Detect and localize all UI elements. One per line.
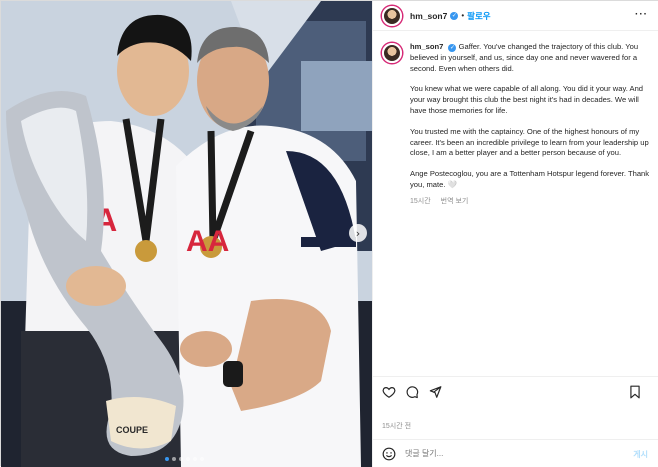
- emoji-icon[interactable]: [382, 447, 396, 461]
- carousel-dot: [193, 457, 197, 461]
- caption-text: Gaffer. You've changed the trajectory of…: [410, 42, 639, 73]
- verified-badge-icon: ✓: [448, 44, 457, 53]
- heart-icon[interactable]: [382, 385, 396, 399]
- instagram-post-window: UA AA COUPE ›: [0, 0, 658, 467]
- action-bar: [373, 376, 658, 406]
- caption: hm_son7 ✓ Gaffer. You've changed the tra…: [382, 42, 656, 208]
- caption-paragraph: Ange Postecoglou, you are a Tottenham Ho…: [410, 169, 650, 189]
- post-time: 15시간 전: [382, 423, 412, 430]
- carousel-dot: [179, 457, 183, 461]
- carousel-dot: [186, 457, 190, 461]
- post-comment-button[interactable]: 게시: [633, 449, 648, 460]
- post-header: hm_son7 ✓ • 팔로우 ···: [373, 1, 658, 31]
- carousel-dot: [165, 457, 169, 461]
- caption-username[interactable]: hm_son7: [410, 42, 443, 51]
- caption-avatar[interactable]: [382, 43, 402, 63]
- more-horizontal-icon[interactable]: ···: [635, 9, 648, 20]
- comment-bar: 게시: [373, 439, 658, 467]
- follow-button[interactable]: 팔로우: [467, 10, 490, 22]
- caption-time: 15시간: [410, 197, 431, 205]
- carousel-dot: [200, 457, 204, 461]
- caption-paragraph: You knew what we were capable of all alo…: [410, 84, 644, 115]
- next-image-arrow-icon[interactable]: ›: [349, 224, 367, 242]
- caption-meta: 15시간 번역 보기: [410, 197, 654, 208]
- post-side-panel: hm_son7 ✓ • 팔로우 ··· hm_son7 ✓ Gaffer. Yo…: [372, 1, 658, 467]
- caption-body: hm_son7 ✓ Gaffer. You've changed the tra…: [410, 42, 654, 208]
- photo-illustration: UA AA COUPE: [1, 1, 372, 467]
- caption-paragraph: hm_son7 ✓ Gaffer. You've changed the tra…: [410, 42, 654, 74]
- share-icon[interactable]: [428, 385, 442, 399]
- avatar[interactable]: [382, 5, 402, 26]
- svg-text:AA: AA: [186, 225, 229, 258]
- carousel-indicator: [165, 457, 204, 461]
- translate-link[interactable]: 번역 보기: [441, 198, 469, 205]
- caption-paragraph: You trusted me with the captaincy. One o…: [410, 126, 649, 158]
- bookmark-icon[interactable]: [628, 385, 642, 399]
- comment-icon[interactable]: [405, 385, 419, 399]
- comment-input[interactable]: [405, 449, 605, 458]
- separator: •: [461, 11, 465, 20]
- carousel-dot: [172, 457, 176, 461]
- post-photo[interactable]: UA AA COUPE ›: [1, 1, 372, 467]
- verified-badge-icon: ✓: [450, 11, 459, 20]
- svg-text:COUPE: COUPE: [116, 425, 148, 435]
- username[interactable]: hm_son7: [410, 11, 447, 21]
